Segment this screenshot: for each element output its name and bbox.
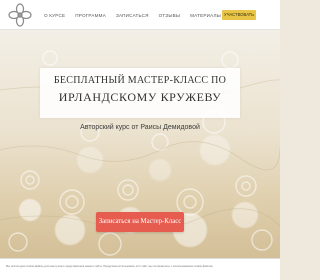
signup-masterclass-button[interactable]: Записаться на Мастер-Класс [96,212,184,232]
nav-item-materials[interactable]: МАТЕРИАЛЫ [190,13,221,18]
participate-button[interactable]: УЧАСТВОВАТЬ [222,10,256,20]
hero-title-line2: ИРЛАНДСКОМУ КРУЖЕВУ [58,90,222,104]
lace-logo-icon[interactable] [7,2,33,28]
top-navigation-bar: О КУРСЕ ПРОГРАММА ЗАПИСАТЬСЯ ОТЗЫВЫ МАТЕ… [0,0,280,30]
hero-title-line1: БЕСПЛАТНЫЙ МАСТЕР-КЛАСС ПО [53,75,227,86]
hero-subtitle: Авторский курс от Раисы Демидовой [80,124,200,131]
nav-item-program[interactable]: ПРОГРАММА [75,13,106,18]
nav-item-signup[interactable]: ЗАПИСАТЬСЯ [116,13,149,18]
nav-item-about[interactable]: О КУРСЕ [44,13,65,18]
hero-section: БЕСПЛАТНЫЙ МАСТЕР-КЛАСС ПО ИРЛАНДСКОМУ К… [0,30,280,258]
nav-item-reviews[interactable]: ОТЗЫВЫ [159,13,181,18]
cookie-notice: Мы используем cookie-файлы для наилучшег… [0,258,280,280]
hero-title-box: БЕСПЛАТНЫЙ МАСТЕР-КЛАСС ПО ИРЛАНДСКОМУ К… [40,68,240,118]
cookie-notice-text: Мы используем cookie-файлы для наилучшег… [6,265,214,268]
